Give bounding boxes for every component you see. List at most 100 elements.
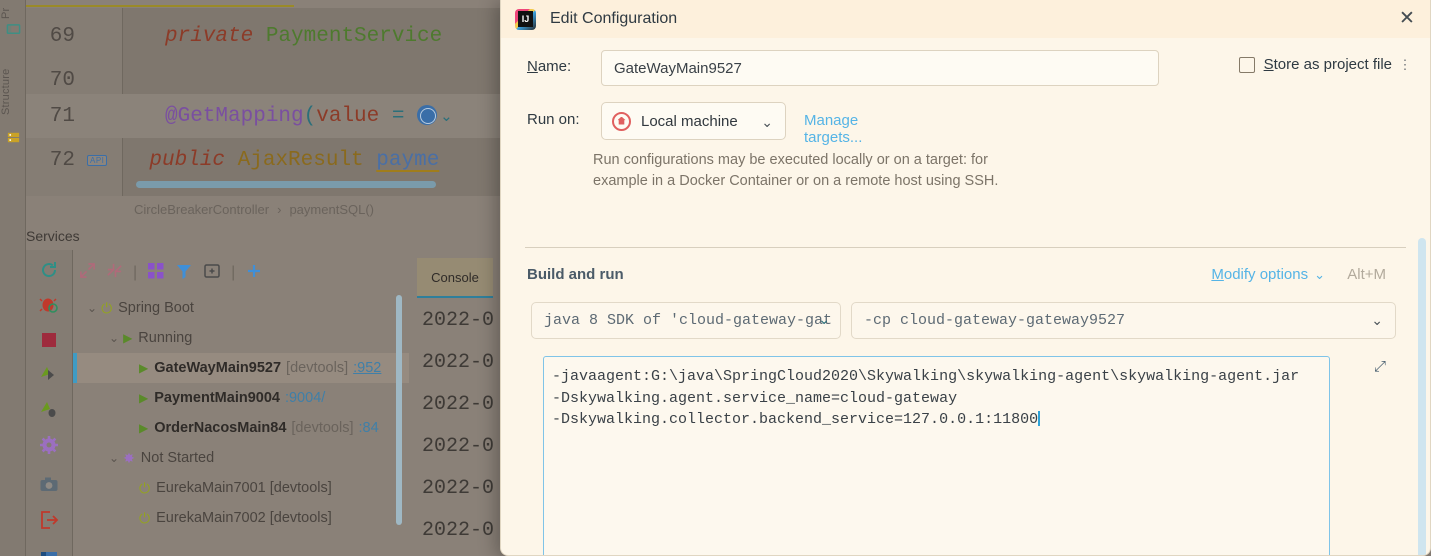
export-icon[interactable] (39, 510, 59, 530)
store-as-project-file-checkbox[interactable] (1239, 57, 1255, 73)
store-label-mnemonic: S (1264, 56, 1274, 73)
editor-horizontal-scrollbar[interactable] (136, 181, 436, 188)
tree-item-spring-boot[interactable]: ⌄ ⏻ Spring Boot (73, 293, 409, 323)
more-options-kebab-icon[interactable]: ⋮ (1398, 58, 1412, 78)
edit-configuration-dialog: Edit Configuration ✕ Name: Store as proj… (500, 0, 1431, 556)
paren: ( (304, 105, 317, 128)
store-as-project-file-label: Store as project file (1264, 56, 1392, 73)
rerun-icon[interactable] (39, 260, 59, 280)
power-icon: ⏻ (139, 510, 150, 527)
tree-item-paymentmain9004[interactable]: ▶ PaymentMain9004 :9004/ (73, 383, 409, 413)
tree-item-port[interactable]: :84 (358, 420, 378, 436)
keyword-public: public (149, 149, 225, 172)
collapse-all-icon[interactable] (106, 262, 123, 284)
jdk-combo[interactable]: java 8 SDK of 'cloud-gateway-gat ⌄ (531, 302, 841, 339)
settings-gear-icon[interactable] (39, 435, 59, 455)
screen: Pr Structure 69 private PaymentService 7… (0, 0, 1431, 556)
code-text: public AjaxResult payme (149, 149, 439, 172)
dialog-title-bar: Edit Configuration ✕ (501, 0, 1430, 38)
chevron-down-icon[interactable]: ⌄ (87, 301, 97, 315)
tree-item-ordernacosmain84[interactable]: ▶ OrderNacosMain84 [devtools] :84 (73, 413, 409, 443)
intellij-logo-icon (515, 9, 536, 30)
classpath-combo[interactable]: -cp cloud-gateway-gateway9527 ⌄ (851, 302, 1396, 339)
tree-item-label: Not Started (141, 450, 214, 466)
services-side-toolbar (26, 250, 73, 556)
chevron-down-icon[interactable]: ⌄ (1314, 267, 1325, 282)
manage-targets-link[interactable]: Manage targets... (804, 112, 862, 146)
services-tree-scrollbar[interactable] (396, 295, 402, 525)
name-row: Name: Store as project file ⋮ (527, 50, 1416, 86)
tree-item-eurekamain7002[interactable]: ⏻ EurekaMain7002 [devtools] (73, 503, 409, 533)
name-input[interactable] (601, 50, 1159, 86)
globe-icon[interactable] (417, 105, 437, 125)
stop-icon[interactable] (39, 330, 59, 350)
tree-item-suffix: [devtools] (291, 420, 353, 436)
gear-icon: ✸ (123, 450, 135, 467)
tab-console[interactable]: Console (417, 258, 493, 298)
breadcrumb-method[interactable]: paymentSQL() (289, 202, 374, 217)
close-icon[interactable]: ✕ (1396, 8, 1418, 30)
chevron-down-icon[interactable]: ⌄ (1371, 313, 1383, 330)
play-icon: ▶ (139, 391, 148, 405)
api-gutter-badge[interactable]: API (87, 155, 107, 166)
dialog-scrollbar[interactable] (1418, 238, 1426, 556)
chevron-down-icon[interactable]: ⌄ (761, 114, 773, 131)
tree-item-port[interactable]: :9004/ (285, 390, 325, 406)
classpath-combo-value: -cp cloud-gateway-gateway9527 (864, 312, 1125, 329)
run-service-icon[interactable] (39, 365, 59, 385)
tree-item-label: PaymentMain9004 (154, 390, 280, 406)
chevron-down-icon[interactable]: ⌄ (440, 109, 453, 126)
tree-item-label: OrderNacosMain84 (154, 420, 286, 436)
database-icon[interactable] (6, 130, 21, 145)
run-on-target-combo[interactable]: Local machine ⌄ (601, 102, 786, 140)
debug-service-icon[interactable] (39, 400, 59, 420)
keyword-private: private (165, 25, 253, 48)
camera-icon[interactable] (39, 475, 59, 495)
power-icon: ⏻ (101, 300, 112, 317)
chevron-down-icon[interactable]: ⌄ (109, 331, 119, 345)
modify-options-rest: odify options (1224, 266, 1308, 283)
tree-item-label: EurekaMain7002 [devtools] (156, 510, 332, 526)
modify-options-mnemonic: M (1211, 266, 1224, 283)
breadcrumb-class[interactable]: CircleBreakerController (134, 202, 269, 217)
jdk-combo-value: java 8 SDK of 'cloud-gateway-gat (544, 312, 832, 329)
store-as-project-file-control[interactable]: Store as project file (1239, 56, 1392, 73)
services-tree[interactable]: ⌄ ⏻ Spring Boot ⌄ ▶ Running ▶ GateWayMai… (73, 292, 409, 556)
add-service-icon[interactable] (245, 262, 263, 285)
run-on-help-line-1: Run configurations may be executed local… (593, 150, 1213, 171)
tree-item-label: Running (138, 330, 192, 346)
line-number: 71 (26, 105, 81, 128)
attr-value: value (316, 105, 379, 128)
breadcrumb-separator: › (277, 202, 281, 217)
tree-item-gatewaymain9527[interactable]: ▶ GateWayMain9527 [devtools] :952 (73, 353, 409, 383)
project-window-icon[interactable] (6, 22, 21, 37)
tree-item-eurekamain7001[interactable]: ⏻ EurekaMain7001 [devtools] (73, 473, 409, 503)
layout-icon[interactable] (39, 548, 59, 556)
expand-all-icon[interactable] (79, 262, 96, 284)
filter-icon[interactable] (175, 262, 193, 285)
run-on-help-text: Run configurations may be executed local… (593, 150, 1213, 192)
vm-options-textarea[interactable]: -javaagent:G:\java\SpringCloud2020\Skywa… (543, 356, 1330, 556)
debug-icon[interactable] (39, 295, 59, 315)
tree-item-running[interactable]: ⌄ ▶ Running (73, 323, 409, 353)
vm-options-line-text: -Dskywalking.collector.backend_service=1… (552, 411, 1038, 428)
run-on-help-line-2: example in a Docker Container or on a re… (593, 171, 1213, 192)
left-tool-strip: Pr Structure (0, 0, 26, 556)
chevron-down-icon[interactable]: ⌄ (109, 451, 119, 465)
group-by-icon[interactable] (147, 262, 165, 285)
structure-tool-tab[interactable]: Structure (0, 52, 26, 132)
name-label-rest: ame: (538, 58, 571, 75)
tree-item-label: Spring Boot (118, 300, 194, 316)
text-caret (1038, 411, 1040, 426)
tree-item-not-started[interactable]: ⌄ ✸ Not Started (73, 443, 409, 473)
tree-item-port[interactable]: :952 (353, 360, 381, 376)
modify-options-link[interactable]: Modify options ⌄ (1211, 266, 1325, 283)
vm-options-line: -javaagent:G:\java\SpringCloud2020\Skywa… (552, 366, 1317, 388)
add-tab-icon[interactable] (203, 262, 221, 285)
expand-editor-icon[interactable]: ⤢ (1374, 358, 1386, 375)
chevron-down-icon[interactable]: ⌄ (818, 312, 830, 329)
dialog-title: Edit Configuration (550, 10, 677, 28)
type-payment-service: PaymentService (266, 25, 442, 48)
modify-options-shortcut: Alt+M (1347, 266, 1386, 283)
method-name: payme (376, 149, 439, 172)
